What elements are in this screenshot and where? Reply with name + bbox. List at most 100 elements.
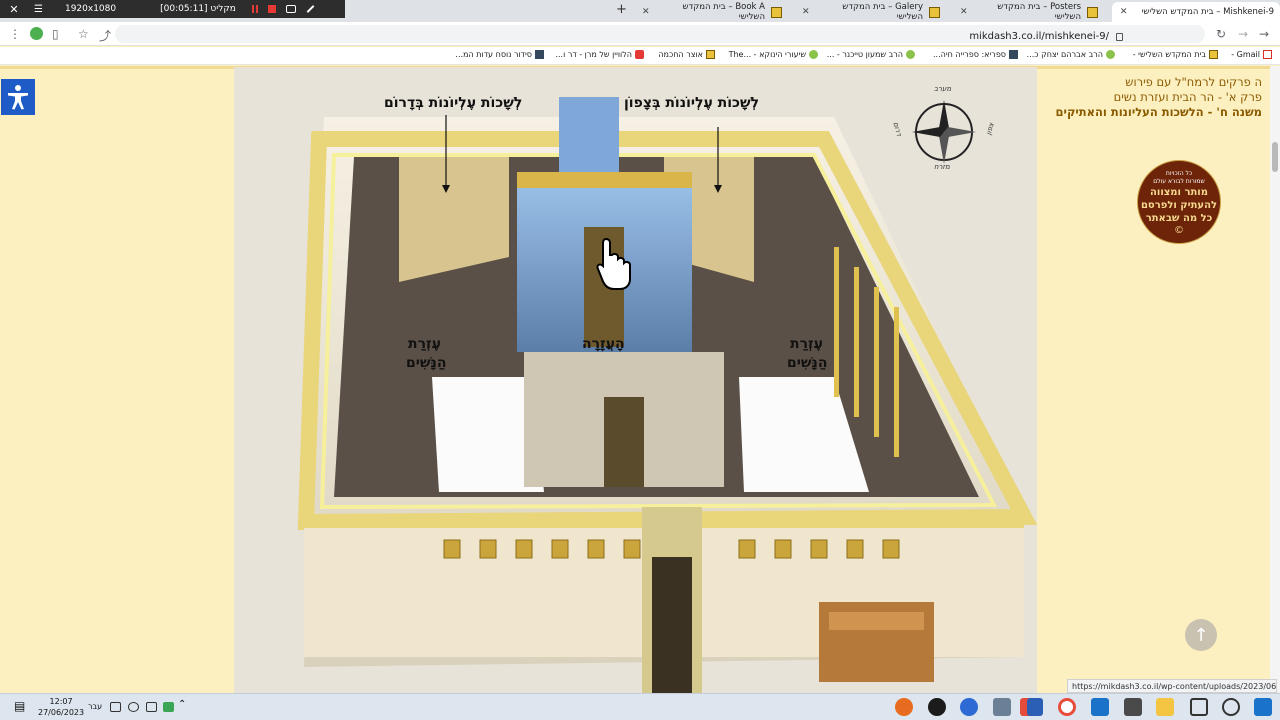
- globe-app-icon[interactable]: [960, 698, 978, 716]
- compass-east-label: מזרח: [934, 163, 950, 171]
- recorder-resolution: 1920x1080: [64, 4, 117, 14]
- womens-court-left-label-2: הַנָּשִׁים: [406, 355, 447, 371]
- firefox-icon[interactable]: [895, 698, 913, 716]
- panel-title-line: ה פרקים לרמח"ל עם פירוש: [1125, 75, 1262, 89]
- leaf-icon: [906, 50, 915, 59]
- sidebar-icon[interactable]: ▯: [52, 27, 59, 41]
- gmail-icon: [1263, 50, 1272, 59]
- screen-recorder-bar: ✕ ☰ 1920x1080 [00:05:11] מקליט: [0, 0, 345, 18]
- tab-book-a[interactable]: Book A – בית המקדש השלישי ✕: [636, 2, 788, 22]
- word-icon[interactable]: [1027, 698, 1043, 716]
- recorder-menu-icon[interactable]: ☰: [34, 4, 43, 15]
- menu-dots-icon[interactable]: ⋮: [9, 27, 21, 41]
- search-icon[interactable]: [1222, 698, 1240, 716]
- url-text[interactable]: mikdash3.co.il/mishkenei-9/: [969, 31, 1109, 42]
- siddur-icon: [535, 50, 544, 59]
- screen: ✕ ☰ 1920x1080 [00:05:11] מקליט + Book A …: [0, 0, 1280, 720]
- pause-icon[interactable]: [251, 5, 258, 13]
- copyright-badge: כל הזכויות שמורות לבורא עולם מותר ומצווה…: [1137, 160, 1221, 244]
- temple-icon: [929, 6, 940, 18]
- tab-close-icon[interactable]: ✕: [1120, 7, 1136, 17]
- scroll-to-top-button[interactable]: ↑: [1185, 619, 1217, 651]
- reload-icon[interactable]: ↻: [1216, 27, 1226, 41]
- chevron-up-icon[interactable]: ⌃: [178, 699, 186, 717]
- clock-date: 27/06/2023: [38, 708, 85, 717]
- temple-drawing: [234, 67, 1037, 693]
- stop-icon[interactable]: [267, 5, 276, 13]
- task-view-icon[interactable]: [1190, 698, 1208, 716]
- pen-icon[interactable]: [306, 5, 315, 13]
- scrollbar-thumb[interactable]: [1272, 142, 1278, 172]
- bookmark-sefaria[interactable]: ספריא: ספרייה חיה...: [933, 50, 1018, 59]
- speaker-icon[interactable]: [146, 702, 157, 712]
- share-icon[interactable]: ⤴: [99, 27, 111, 44]
- bookmark-temple[interactable]: בית המקדש השלישי -: [1133, 50, 1218, 59]
- womens-court-right-label-2: הַנָּשִׁים: [787, 355, 828, 371]
- app-icon[interactable]: [993, 698, 1011, 716]
- womens-court-left-label: עֶזְרַת: [408, 336, 441, 352]
- page-scrollbar[interactable]: [1270, 66, 1280, 693]
- start-icon[interactable]: [1254, 698, 1272, 716]
- extension-icon[interactable]: [30, 27, 43, 40]
- tab-label: Galery – בית המקדש השלישי: [842, 2, 923, 22]
- tab-label: Mishkenei-9 – בית המקדש השלישי: [1141, 7, 1274, 17]
- back-icon[interactable]: →: [1259, 27, 1269, 41]
- keyboard-icon[interactable]: [110, 702, 121, 712]
- temple-icon: [1087, 6, 1098, 18]
- chrome-icon[interactable]: [1058, 698, 1076, 716]
- star-icon[interactable]: ☆: [78, 27, 89, 41]
- recorder-timer: [00:05:11] מקליט: [160, 4, 236, 14]
- bookmarks-bar: Gmail - בית המקדש השלישי - הרב אברהם יצח…: [0, 47, 1280, 65]
- temple-illustration[interactable]: לְשָׁכוֹת עֶלְיוֹנוֹת בְּדָרוֹם לְשָׁכוֹ…: [234, 67, 1037, 693]
- notifications-icon[interactable]: ▤: [14, 699, 25, 717]
- leaf-icon: [1106, 50, 1115, 59]
- store-icon[interactable]: [1124, 698, 1142, 716]
- address-bar[interactable]: mikdash3.co.il/mishkenei-9/: [115, 25, 1205, 43]
- new-tab-button[interactable]: +: [616, 2, 630, 17]
- network-icon[interactable]: [128, 702, 139, 712]
- status-url-tooltip: https://mikdash3.co.il/wp-content/upload…: [1067, 679, 1277, 693]
- windows-taskbar: ▤ 12:07 27/06/2023 עבר ⌃: [0, 693, 1280, 720]
- bookmark-satellite[interactable]: הלוויין של מרן - דר ו...: [555, 50, 644, 59]
- tab-galery[interactable]: Galery – בית המקדש השלישי ✕: [796, 2, 946, 22]
- bookmark-siddur[interactable]: סידור נוסח עדות המ...: [455, 50, 544, 59]
- azara-label: הָעֲזָרָה: [582, 336, 625, 352]
- clock-time: 12:07: [49, 697, 73, 706]
- bookmark-otzar[interactable]: אוצר החכמה: [658, 50, 715, 59]
- panel-chapter-line: פרק א' - הר הבית ועזרת נשים: [1113, 90, 1262, 104]
- clock[interactable]: 12:07 27/06/2023: [38, 696, 84, 717]
- bookmark-yenuka[interactable]: שיעורי הינוקא - ...The: [729, 50, 818, 59]
- temple-icon: [1209, 50, 1218, 59]
- accessibility-button[interactable]: [1, 79, 35, 115]
- tab-close-icon[interactable]: ✕: [960, 7, 976, 17]
- compass-west-label: מערב: [934, 85, 952, 93]
- bookmark-gmail[interactable]: Gmail -: [1231, 50, 1272, 59]
- book-icon: [706, 50, 715, 59]
- copyright-icon: ©: [1174, 225, 1184, 236]
- tab-posters[interactable]: Posters – בית המקדש השלישי ✕: [954, 2, 1104, 22]
- tab-mishkenei-9[interactable]: Mishkenei-9 – בית המקדש השלישי ✕: [1112, 2, 1280, 22]
- lock-icon[interactable]: [1116, 33, 1123, 41]
- tab-close-icon[interactable]: ✕: [802, 7, 818, 17]
- language-indicator[interactable]: עבר: [88, 702, 102, 720]
- web-page: לְשָׁכוֹת עֶלְיוֹנוֹת בְּדָרוֹם לְשָׁכוֹ…: [0, 66, 1280, 693]
- panel-mishna-line: משנה ח' - הלשכות העליונות והאתיקים: [1055, 105, 1262, 119]
- tab-strip: ✕ ☰ 1920x1080 [00:05:11] מקליט + Book A …: [0, 0, 1280, 22]
- south-chambers-label: לְשָׁכוֹת עֶלְיוֹנוֹת בְּדָרוֹם: [384, 95, 523, 111]
- tab-label: Posters – בית המקדש השלישי: [997, 2, 1081, 22]
- bookmark-teichner[interactable]: הרב שמעון טייכנר - ...: [827, 50, 915, 59]
- accessibility-icon: [8, 85, 28, 110]
- tab-close-icon[interactable]: ✕: [642, 7, 658, 17]
- sefaria-icon: [1009, 50, 1018, 59]
- recorder-close-button[interactable]: ✕: [0, 3, 28, 16]
- recorder-app-icon[interactable]: [928, 698, 946, 716]
- mail-icon[interactable]: [1091, 698, 1109, 716]
- bookmark-rav-kook[interactable]: הרב אברהם יצחק כ...: [1027, 50, 1115, 59]
- side-panel: ה פרקים לרמח"ל עם פירוש פרק א' - הר הבית…: [1037, 66, 1270, 693]
- folder-icon[interactable]: [1156, 698, 1174, 716]
- camera-icon[interactable]: [285, 5, 296, 13]
- forward-icon[interactable]: →: [1238, 27, 1248, 41]
- womens-court-right-label: עֶזְרַת: [790, 336, 823, 352]
- battery-icon[interactable]: [163, 702, 174, 712]
- leaf-icon: [809, 50, 818, 59]
